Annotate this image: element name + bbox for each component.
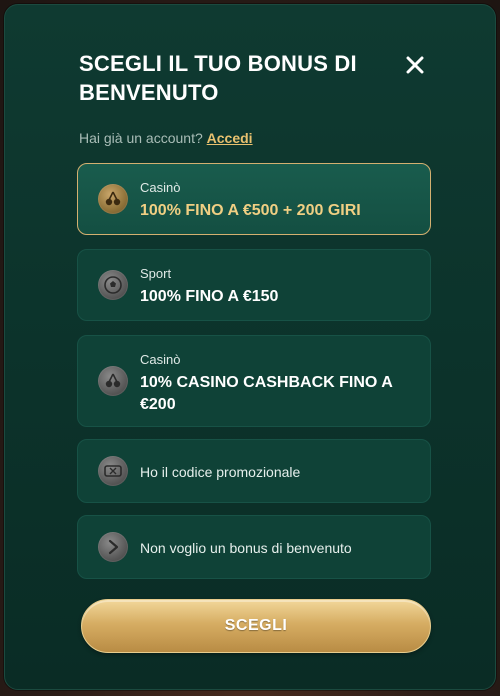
soccer-ball-icon (98, 270, 128, 300)
no-bonus-option[interactable]: Non voglio un bonus di benvenuto (77, 515, 431, 579)
promo-code-label: Ho il codice promozionale (140, 464, 301, 480)
close-icon (406, 56, 424, 74)
option-value: 10% CASINO CASHBACK FINO A €200 (140, 374, 393, 413)
account-prompt: Hai già un account? Accedi (79, 130, 253, 146)
option-category: Sport (140, 266, 172, 281)
option-value: 100% FINO A €150 (140, 288, 279, 305)
ticket-icon (98, 456, 128, 486)
bonus-option-cashback[interactable]: Casinò 10% CASINO CASHBACK FINO A €200 (77, 335, 431, 427)
cherries-icon (98, 184, 128, 214)
account-prompt-text: Hai già un account? (79, 130, 203, 146)
chevron-right-icon (98, 532, 128, 562)
login-link[interactable]: Accedi (207, 130, 253, 146)
option-value: 100% FINO A €500 + 200 GIRI (140, 202, 361, 219)
promo-code-option[interactable]: Ho il codice promozionale (77, 439, 431, 503)
bonus-option-sport[interactable]: Sport 100% FINO A €150 (77, 249, 431, 321)
bonus-option-casino[interactable]: Casinò 100% FINO A €500 + 200 GIRI (77, 163, 431, 235)
option-category: Casinò (140, 352, 181, 367)
option-category: Casinò (140, 180, 181, 195)
close-button[interactable] (401, 51, 429, 79)
choose-button[interactable]: SCEGLI (81, 599, 431, 653)
welcome-bonus-modal: SCEGLI IL TUO BONUS DI BENVENUTO Hai già… (4, 4, 496, 690)
no-bonus-label: Non voglio un bonus di benvenuto (140, 540, 352, 556)
modal-title: SCEGLI IL TUO BONUS DI BENVENUTO (79, 51, 357, 105)
cherries-icon (98, 366, 128, 396)
